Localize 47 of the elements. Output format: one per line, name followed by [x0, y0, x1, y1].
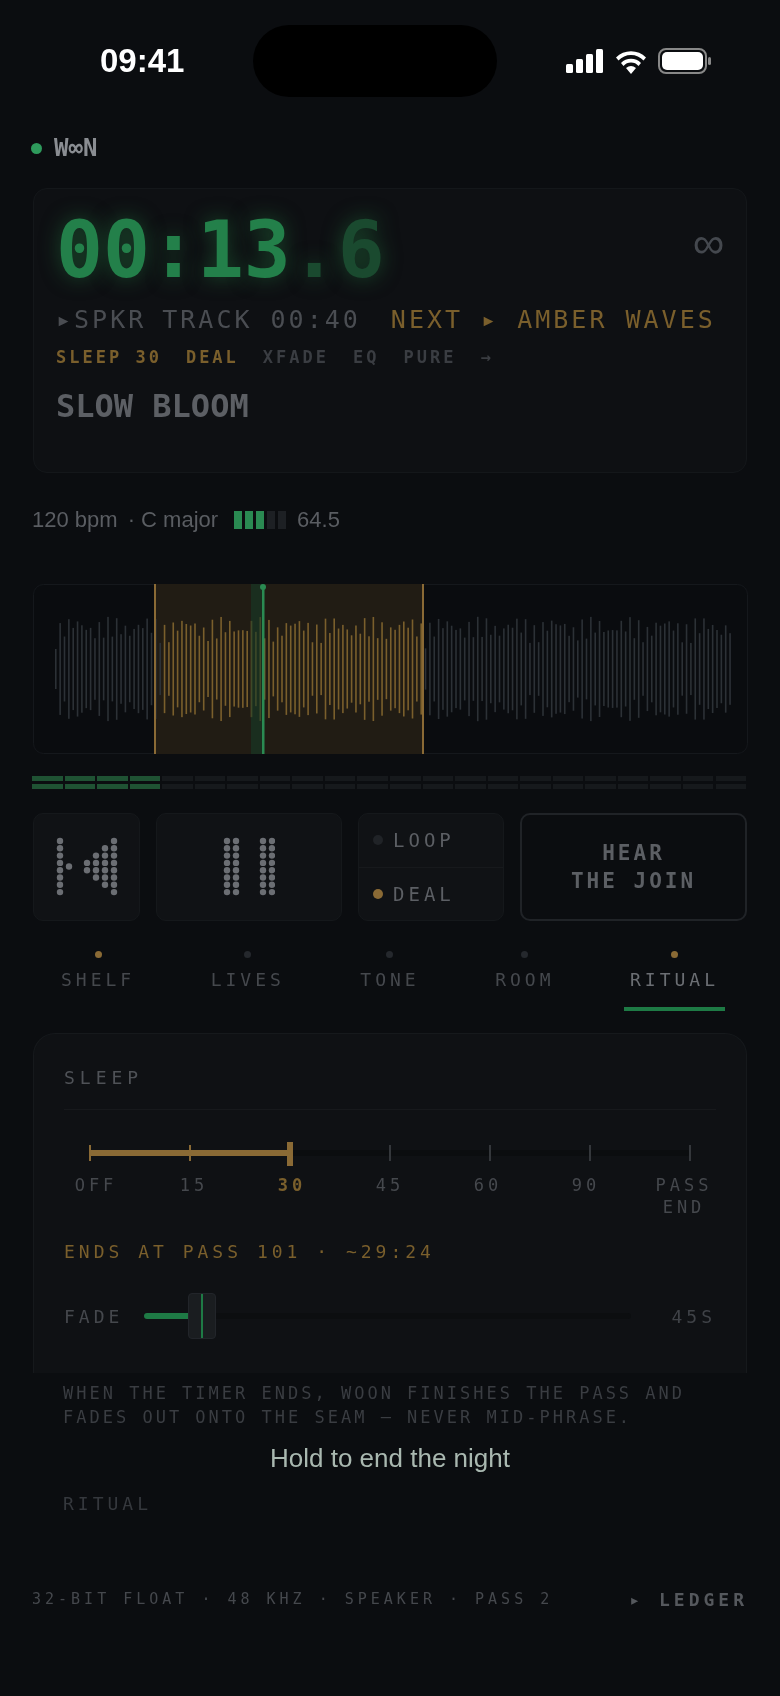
wifi-icon — [614, 48, 648, 74]
section-tab[interactable]: TONE — [354, 951, 426, 1011]
sleep-end-info: ENDS AT PASS 101 · ~29:24 — [64, 1240, 436, 1264]
key-label: · C major — [127, 506, 219, 534]
mode-toggle[interactable]: DEAL — [359, 866, 503, 920]
section-tab[interactable]: SHELF — [55, 951, 142, 1011]
pause-icon — [223, 837, 275, 897]
pause-button[interactable] — [156, 813, 342, 921]
mode-label: SLEEP 30 — [56, 345, 162, 369]
fade-slider[interactable] — [144, 1293, 632, 1339]
ledger-link[interactable]: ▸ LEDGER — [629, 1586, 748, 1613]
loop-glyph: ∞ — [692, 221, 724, 265]
battery-icon — [658, 48, 712, 74]
mode-label: → — [480, 345, 494, 369]
hear-join-button[interactable]: HEAR THE JOIN — [520, 813, 747, 921]
source-label: ▸SPKR — [56, 304, 147, 336]
stop-label[interactable]: OFF — [64, 1174, 128, 1218]
elapsed-time: 00:13.6 — [56, 211, 385, 289]
energy-value: 64.5 — [297, 506, 340, 534]
track-duration: TRACK 00:40 — [162, 304, 361, 336]
stop-label[interactable]: 60 — [456, 1174, 520, 1218]
skip-back-icon — [55, 837, 118, 897]
mode-toggle[interactable]: LOOP — [359, 814, 503, 867]
tempo-label: 120 bpm — [32, 506, 118, 534]
slider-thumb[interactable] — [188, 1293, 217, 1339]
next-track[interactable]: NEXT ▸ AMBER WAVES — [390, 301, 716, 339]
section-tab[interactable]: LIVES — [204, 951, 291, 1011]
skip-back-button[interactable] — [33, 813, 140, 921]
sleep-slider[interactable] — [90, 1142, 690, 1164]
section-tab[interactable]: RITUAL — [623, 951, 725, 1011]
stop-label[interactable]: 45 — [358, 1174, 422, 1218]
fade-label: FADE — [64, 1304, 125, 1329]
section-tab[interactable]: ROOM — [489, 951, 561, 1011]
track-title: SLOW BLOOM — [56, 386, 250, 427]
audio-info: 32-BIT FLOAT · 48 KHZ · SPEAKER · PASS 2 — [32, 1589, 554, 1611]
stop-label[interactable]: PASS END — [652, 1174, 716, 1218]
waveform-drawing[interactable] — [33, 584, 748, 754]
hold-hint: Hold to end the night — [270, 1442, 510, 1475]
stop-label[interactable]: 90 — [554, 1174, 618, 1218]
slider-thumb[interactable] — [286, 1142, 293, 1166]
stop-label[interactable]: 30 — [260, 1174, 324, 1218]
app-logo: W∞N — [54, 133, 98, 164]
stop-label[interactable]: 15 — [162, 1174, 226, 1218]
signal-icon — [566, 49, 604, 73]
section-heading: SLEEP — [64, 1066, 145, 1090]
status-time: 09:41 — [100, 41, 185, 82]
mode-label: DEAL — [185, 345, 239, 369]
